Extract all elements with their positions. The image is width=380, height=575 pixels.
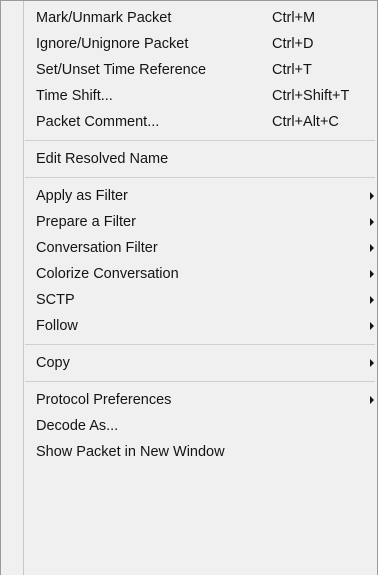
menu-item-label: Set/Unset Time Reference	[36, 62, 207, 78]
menu-item-label: SCTP	[36, 292, 75, 308]
menu-item-label: Time Shift...	[36, 88, 113, 104]
submenu-arrow-icon	[370, 322, 374, 330]
menu-item-conversation-filter[interactable]: Conversation Filter	[1, 235, 377, 261]
menu-item-label: Apply as Filter	[36, 188, 128, 204]
context-menu: Mark/Unmark Packet Ctrl+M Ignore/Unignor…	[0, 0, 378, 575]
menu-item-edit-resolved-name[interactable]: Edit Resolved Name	[1, 146, 377, 172]
menu-item-time-shift[interactable]: Time Shift... Ctrl+Shift+T	[1, 83, 377, 109]
menu-item-label: Edit Resolved Name	[36, 151, 169, 167]
submenu-arrow-icon	[370, 359, 374, 367]
menu-item-follow[interactable]: Follow	[1, 313, 377, 339]
menu-item-apply-as-filter[interactable]: Apply as Filter	[1, 183, 377, 209]
menu-separator	[1, 135, 377, 146]
menu-item-label: Ignore/Unignore Packet	[36, 36, 189, 52]
menu-item-shortcut: Ctrl+D	[272, 36, 314, 52]
menu-item-label: Show Packet in New Window	[36, 444, 225, 460]
menu-item-label: Protocol Preferences	[36, 392, 172, 408]
menu-item-shortcut: Ctrl+M	[272, 10, 316, 26]
menu-separator	[1, 172, 377, 183]
menu-item-mark-unmark-packet[interactable]: Mark/Unmark Packet Ctrl+M	[1, 5, 377, 31]
menu-item-shortcut: Ctrl+Alt+C	[272, 114, 339, 130]
menu-item-protocol-preferences[interactable]: Protocol Preferences	[1, 387, 377, 413]
menu-item-label: Follow	[36, 318, 78, 334]
menu-item-copy[interactable]: Copy	[1, 350, 377, 376]
menu-item-set-unset-time-reference[interactable]: Set/Unset Time Reference Ctrl+T	[1, 57, 377, 83]
menu-separator	[1, 339, 377, 350]
submenu-arrow-icon	[370, 396, 374, 404]
submenu-arrow-icon	[370, 192, 374, 200]
menu-item-label: Packet Comment...	[36, 114, 160, 130]
menu-item-label: Mark/Unmark Packet	[36, 10, 172, 26]
menu-item-label: Decode As...	[36, 418, 119, 434]
submenu-arrow-icon	[370, 218, 374, 226]
submenu-arrow-icon	[370, 270, 374, 278]
menu-item-packet-comment[interactable]: Packet Comment... Ctrl+Alt+C	[1, 109, 377, 135]
submenu-arrow-icon	[370, 244, 374, 252]
menu-item-decode-as[interactable]: Decode As...	[1, 413, 377, 439]
menu-item-show-packet-in-new-window[interactable]: Show Packet in New Window	[1, 439, 377, 465]
menu-item-label: Prepare a Filter	[36, 214, 136, 230]
menu-item-sctp[interactable]: SCTP	[1, 287, 377, 313]
menu-item-label: Copy	[36, 355, 70, 371]
menu-item-prepare-a-filter[interactable]: Prepare a Filter	[1, 209, 377, 235]
menu-item-colorize-conversation[interactable]: Colorize Conversation	[1, 261, 377, 287]
submenu-arrow-icon	[370, 296, 374, 304]
menu-items: Mark/Unmark Packet Ctrl+M Ignore/Unignor…	[1, 5, 377, 465]
menu-separator	[1, 376, 377, 387]
menu-item-shortcut: Ctrl+Shift+T	[272, 88, 350, 104]
menu-item-label: Conversation Filter	[36, 240, 158, 256]
menu-item-shortcut: Ctrl+T	[272, 62, 312, 78]
menu-item-ignore-unignore-packet[interactable]: Ignore/Unignore Packet Ctrl+D	[1, 31, 377, 57]
menu-item-label: Colorize Conversation	[36, 266, 179, 282]
